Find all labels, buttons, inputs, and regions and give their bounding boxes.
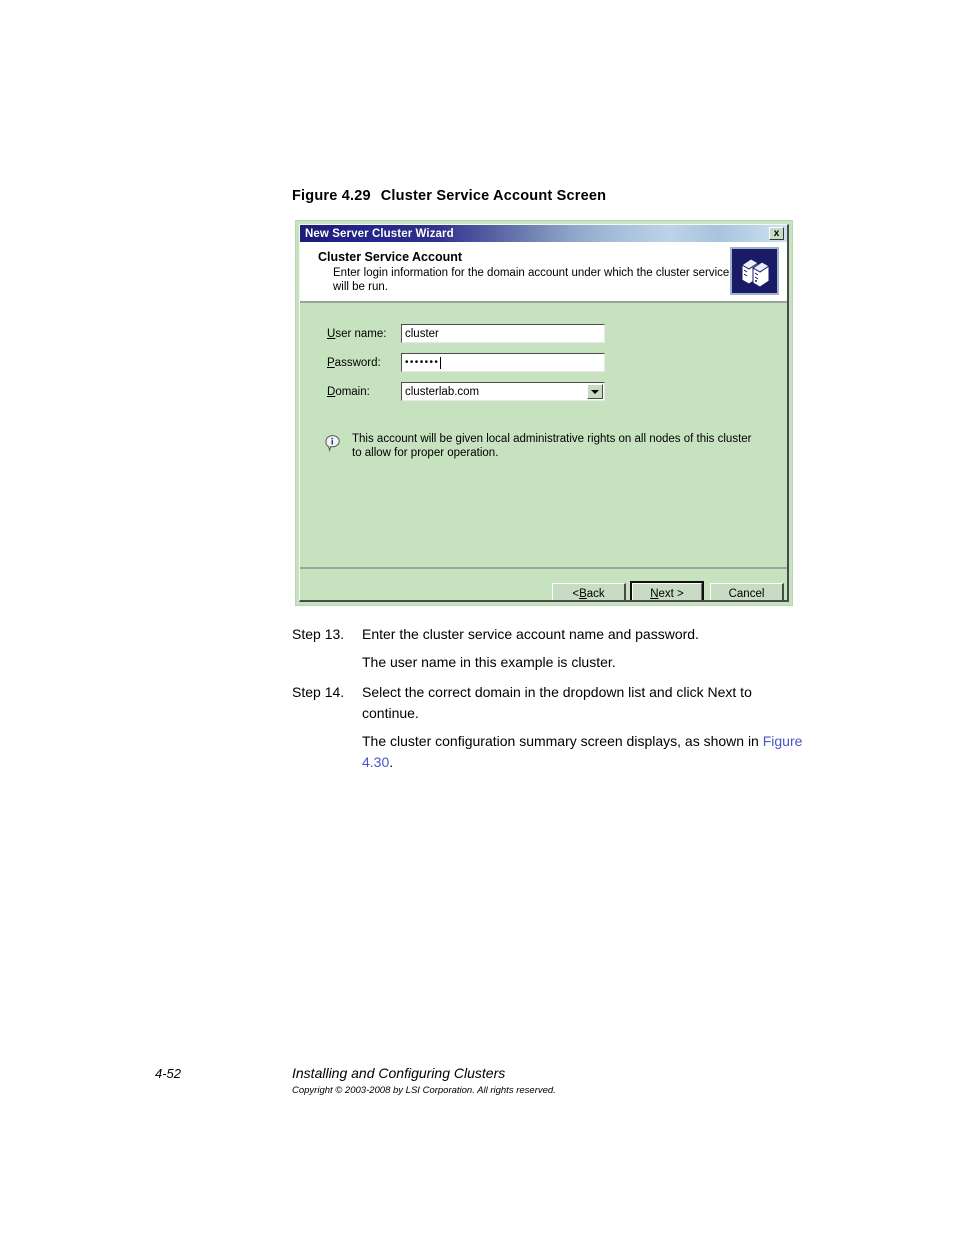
- username-value: cluster: [405, 327, 439, 340]
- step-text: Enter the cluster service account name a…: [362, 626, 699, 642]
- dialog-titlebar: New Server Cluster Wizard x: [300, 225, 787, 242]
- close-icon: x: [773, 227, 780, 239]
- step-item: Step 14. Select the correct domain in th…: [292, 682, 804, 724]
- text-caret: [440, 356, 442, 369]
- close-button[interactable]: x: [769, 227, 784, 240]
- figure-caption: Figure 4.29 Cluster Service Account Scree…: [292, 188, 606, 204]
- header-description: Enter login information for the domain a…: [333, 267, 730, 293]
- step-label: Step 14.: [292, 684, 345, 700]
- figure-number: Figure 4.29: [292, 188, 371, 204]
- info-icon: [324, 434, 342, 453]
- next-button[interactable]: Next >: [630, 581, 704, 600]
- cancel-button[interactable]: Cancel: [710, 583, 784, 600]
- domain-label: Domain:: [327, 385, 370, 398]
- username-input[interactable]: cluster: [401, 324, 605, 343]
- password-label: Password:: [327, 356, 381, 369]
- password-row: Password: •••••••: [300, 353, 787, 372]
- chevron-down-icon[interactable]: [587, 384, 603, 399]
- back-button[interactable]: < Back: [552, 583, 626, 600]
- servers-icon: [730, 247, 779, 295]
- domain-row: Domain: clusterlab.com: [300, 382, 787, 401]
- dialog-title: New Server Cluster Wizard: [305, 227, 454, 240]
- step-list: Step 13. Enter the cluster service accou…: [292, 624, 804, 782]
- domain-combobox[interactable]: clusterlab.com: [401, 382, 605, 401]
- dialog-header: Cluster Service Account Enter login info…: [300, 242, 787, 303]
- step-text: Select the correct domain in the dropdow…: [362, 684, 752, 721]
- footer-book-title: Installing and Configuring Clusters: [292, 1065, 506, 1081]
- info-text: This account will be given local adminis…: [352, 433, 752, 459]
- dialog-body: User name: cluster Password: ••••••• Dom…: [300, 303, 787, 567]
- password-value: •••••••: [405, 356, 440, 368]
- document-page: Figure 4.29 Cluster Service Account Scree…: [0, 0, 954, 1235]
- footer-copyright: Copyright © 2003-2008 by LSI Corporation…: [292, 1085, 556, 1096]
- username-label: User name:: [327, 327, 387, 340]
- step-note: The cluster configuration summary screen…: [362, 733, 803, 770]
- step-note: The user name in this example is cluster…: [362, 654, 616, 670]
- dialog-footer: < Back Next > Cancel: [300, 567, 787, 600]
- page-number: 4-52: [155, 1066, 182, 1081]
- domain-value: clusterlab.com: [405, 385, 480, 398]
- password-input[interactable]: •••••••: [401, 353, 605, 372]
- username-row: User name: cluster: [300, 324, 787, 343]
- figure-image: New Server Cluster Wizard x Cluster Serv…: [295, 220, 793, 606]
- info-note: This account will be given local adminis…: [324, 433, 764, 460]
- header-title: Cluster Service Account: [318, 250, 463, 264]
- figure-title: Cluster Service Account Screen: [380, 188, 607, 204]
- step-item: Step 13. Enter the cluster service accou…: [292, 624, 804, 645]
- wizard-dialog: New Server Cluster Wizard x Cluster Serv…: [299, 224, 789, 602]
- step-label: Step 13.: [292, 626, 345, 642]
